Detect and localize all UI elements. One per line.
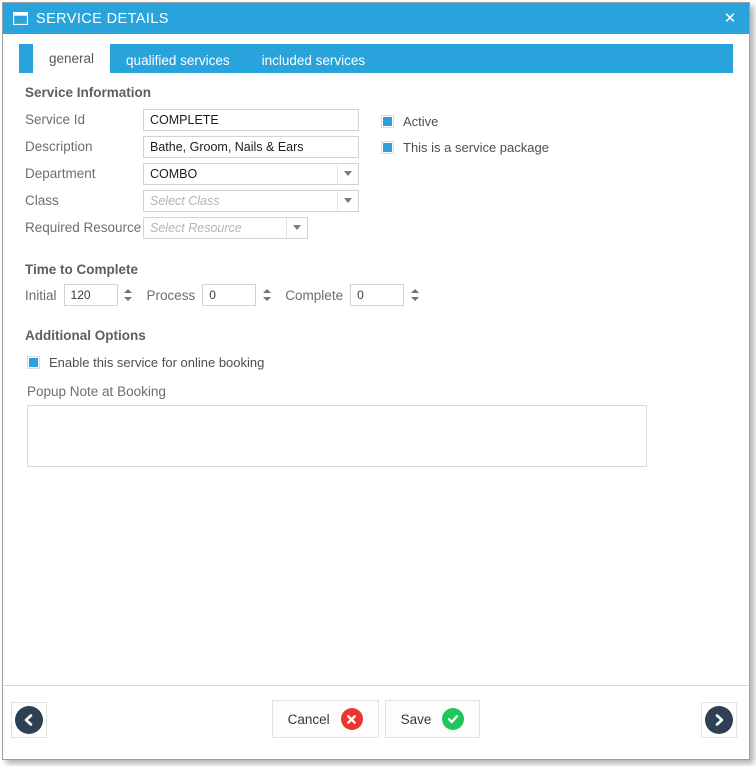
service-package-label: This is a service package — [403, 140, 549, 155]
cancel-button-label: Cancel — [287, 711, 330, 727]
next-record-button[interactable] — [701, 702, 737, 738]
service-information-heading: Service Information — [25, 85, 152, 100]
action-button-group: Cancel Save — [3, 700, 749, 738]
online-booking-label: Enable this service for online booking — [49, 354, 265, 370]
footer-bar: Cancel Save — [3, 685, 749, 759]
field-row-class: Class Select Class — [19, 188, 733, 213]
chevron-down-icon[interactable] — [337, 163, 358, 184]
cancel-button[interactable]: Cancel — [271, 700, 379, 738]
active-checkbox-row[interactable]: Active — [381, 109, 549, 134]
process-label: Process — [146, 287, 196, 303]
tab-included-services[interactable]: included services — [246, 49, 382, 73]
save-button[interactable]: Save — [384, 700, 481, 738]
initial-input[interactable]: 120 — [63, 284, 118, 306]
required-resource-value: Select Resource — [150, 220, 242, 235]
tabstrip: general qualified services included serv… — [19, 44, 733, 73]
class-value: Select Class — [150, 193, 220, 208]
service-package-checkbox[interactable] — [381, 141, 394, 154]
process-input[interactable]: 0 — [202, 284, 257, 306]
popup-note-textarea[interactable] — [27, 405, 647, 467]
initial-label: Initial — [25, 287, 57, 303]
tab-qualified-services[interactable]: qualified services — [110, 49, 246, 73]
chevron-down-icon[interactable] — [337, 190, 358, 211]
complete-label: Complete — [285, 287, 344, 303]
required-resource-select[interactable]: Select Resource — [143, 216, 308, 239]
general-tab-panel: Service Information Service Id COMPLETE … — [3, 85, 749, 472]
field-row-required-resource: Required Resource Select Resource — [19, 215, 733, 240]
active-label: Active — [403, 114, 439, 129]
service-details-window: SERVICE DETAILS ✕ general qualified serv… — [2, 2, 750, 760]
close-icon[interactable]: ✕ — [717, 7, 743, 31]
process-stepper[interactable]: 0 — [202, 284, 273, 306]
department-select[interactable]: COMBO — [143, 162, 359, 185]
required-resource-label: Required Resource — [25, 220, 142, 235]
complete-stepper[interactable]: 0 — [350, 284, 421, 306]
service-flags-group: Active This is a service package — [381, 109, 549, 161]
service-id-input[interactable]: COMPLETE — [143, 108, 359, 131]
initial-spinner-icon[interactable] — [122, 284, 135, 306]
department-label: Department — [25, 166, 96, 181]
window-icon — [13, 12, 28, 25]
department-value: COMBO — [150, 166, 198, 181]
service-package-checkbox-row[interactable]: This is a service package — [381, 135, 549, 160]
save-button-label: Save — [400, 711, 432, 727]
description-input[interactable]: Bathe, Groom, Nails & Ears — [143, 135, 359, 158]
field-row-service-id: Service Id COMPLETE — [19, 107, 733, 132]
time-to-complete-heading: Time to Complete — [25, 262, 139, 277]
tabstrip-container: general qualified services included serv… — [3, 34, 749, 73]
class-select[interactable]: Select Class — [143, 189, 359, 212]
service-id-label: Service Id — [25, 112, 86, 127]
online-booking-checkbox-row[interactable]: Enable this service for online booking — [27, 350, 733, 374]
additional-options-heading: Additional Options — [25, 328, 146, 343]
chevron-right-icon — [705, 706, 733, 734]
class-label: Class — [25, 193, 59, 208]
window-title: SERVICE DETAILS — [36, 10, 169, 27]
popup-note-label: Popup Note at Booking — [27, 384, 166, 399]
online-booking-checkbox[interactable] — [27, 355, 40, 369]
active-checkbox[interactable] — [381, 115, 394, 128]
title-bar: SERVICE DETAILS ✕ — [3, 3, 749, 34]
tab-general[interactable]: general — [33, 44, 111, 73]
field-row-description: Description Bathe, Groom, Nails & Ears — [19, 134, 733, 159]
x-circle-icon — [340, 708, 363, 730]
field-row-department: Department COMBO — [19, 161, 733, 186]
initial-stepper[interactable]: 120 — [63, 284, 135, 306]
process-spinner-icon[interactable] — [260, 284, 273, 306]
time-to-complete-row: Initial 120 Process 0 Complete 0 — [25, 284, 733, 306]
complete-input[interactable]: 0 — [350, 284, 405, 306]
description-label: Description — [25, 139, 93, 154]
chevron-down-icon[interactable] — [286, 217, 307, 238]
check-circle-icon — [442, 708, 465, 730]
complete-spinner-icon[interactable] — [408, 284, 421, 306]
